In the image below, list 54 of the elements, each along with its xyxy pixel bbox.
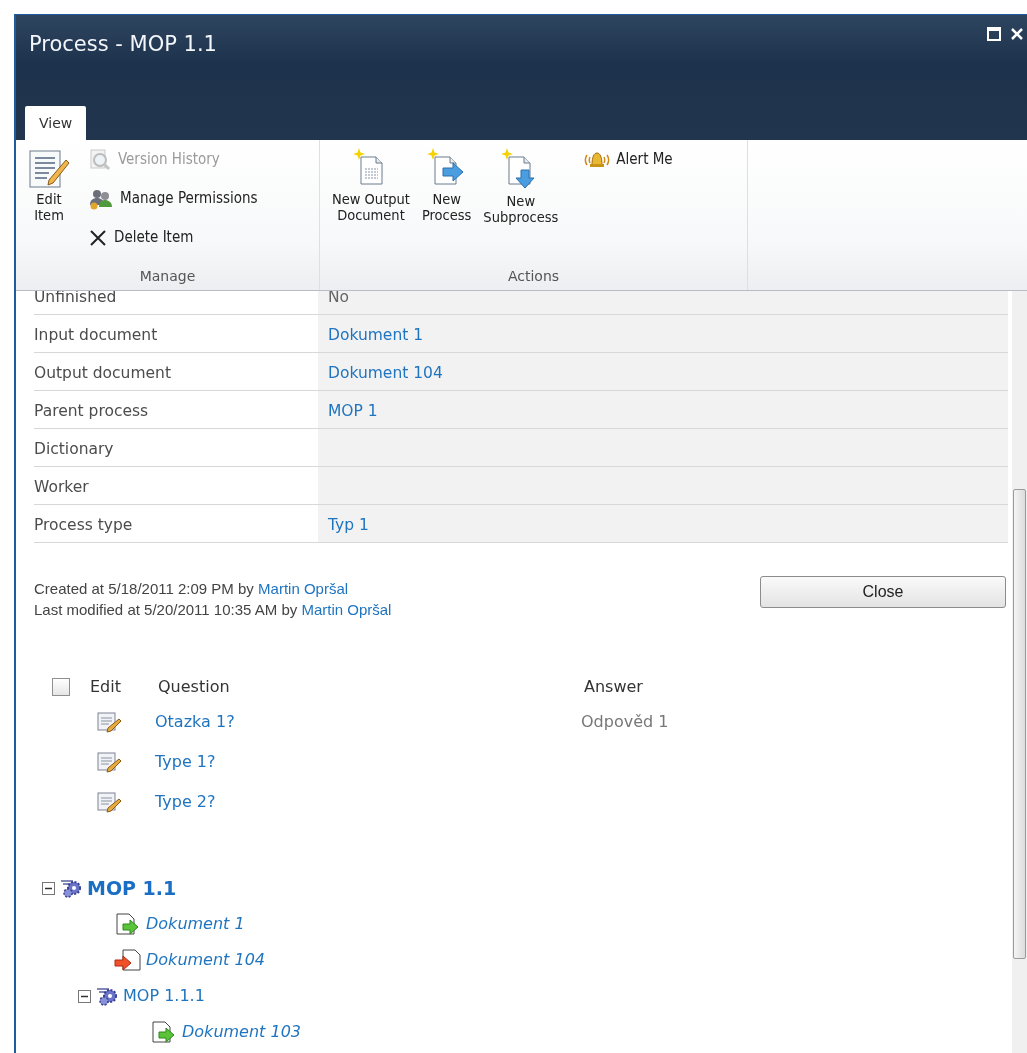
- field-label: Input document: [34, 325, 159, 346]
- close-button[interactable]: Close: [760, 576, 1006, 608]
- edit-icon: [97, 791, 121, 813]
- field-link[interactable]: MOP 1: [328, 402, 378, 420]
- field-value: No: [328, 291, 350, 306]
- column-header: Question: [158, 676, 231, 698]
- ribbon-button[interactable]: New Process: [419, 140, 474, 266]
- question-link[interactable]: Type 1?: [155, 750, 581, 774]
- group-label: Actions: [506, 267, 561, 286]
- tree-link[interactable]: Dokument 1: [146, 912, 245, 936]
- maximize-icon: [987, 27, 1001, 41]
- field-label: Output document: [34, 363, 172, 384]
- ribbon-button[interactable]: Delete Item: [88, 218, 258, 257]
- tree-link[interactable]: Dokument 104: [146, 948, 265, 972]
- ribbon-tab[interactable]: View: [25, 106, 87, 140]
- collapse-icon[interactable]: [78, 989, 91, 1003]
- group-label: Manage: [138, 267, 197, 286]
- user-link[interactable]: Martin Opršal: [301, 601, 392, 618]
- field-label: Process type: [34, 515, 134, 536]
- gears-icon: [95, 985, 119, 1007]
- ribbon-button[interactable]: Manage Permissions: [88, 179, 258, 218]
- column-header: Answer: [584, 676, 644, 698]
- collapse-icon[interactable]: [42, 881, 55, 895]
- ribbon-button[interactable]: Alert Me: [584, 140, 673, 179]
- field-link[interactable]: Dokument 104: [328, 364, 443, 382]
- audit-text: Last modified at 5/20/2011 10:35 AM by Martin Opršal: [34, 600, 392, 620]
- delete-icon: [88, 227, 108, 248]
- scrollbar[interactable]: [1012, 291, 1027, 1053]
- magnifier-icon: [88, 147, 112, 172]
- edit-icon: [97, 751, 121, 773]
- question-link[interactable]: Otazka 1?: [155, 710, 581, 734]
- gears-icon: [59, 877, 83, 899]
- field-label: Dictionary: [34, 439, 115, 460]
- edit-icon: [97, 711, 121, 733]
- field-link[interactable]: Dokument 1: [328, 326, 424, 344]
- field-label: Parent process: [34, 401, 150, 422]
- answer-text: Odpověd 1: [581, 711, 669, 733]
- ribbon-button[interactable]: New Subprocess: [481, 140, 561, 266]
- audit-text: Created at 5/18/2011 2:09 PM by Martin Opršal: [34, 579, 350, 599]
- ribbon-button[interactable]: Edit Item: [26, 140, 72, 266]
- question-link[interactable]: Type 2?: [155, 790, 581, 814]
- document-arrow-icon: [114, 949, 142, 971]
- field-link[interactable]: Typ 1: [328, 516, 369, 534]
- select-all-checkbox[interactable]: [52, 678, 70, 696]
- field-label: Worker: [34, 477, 90, 498]
- field-label: Unfinished: [34, 291, 118, 308]
- window-title: Process - MOP 1.1: [28, 31, 218, 58]
- column-header: Edit: [90, 676, 122, 698]
- tree-link[interactable]: Dokument 103: [182, 1020, 301, 1044]
- tree-link[interactable]: MOP 1.1.1: [123, 984, 205, 1008]
- tree-link[interactable]: MOP 1.1: [87, 873, 177, 903]
- close-icon: [1011, 27, 1023, 41]
- ribbon-button[interactable]: New Output Document: [330, 140, 412, 266]
- user-link[interactable]: Martin Opršal: [258, 580, 349, 597]
